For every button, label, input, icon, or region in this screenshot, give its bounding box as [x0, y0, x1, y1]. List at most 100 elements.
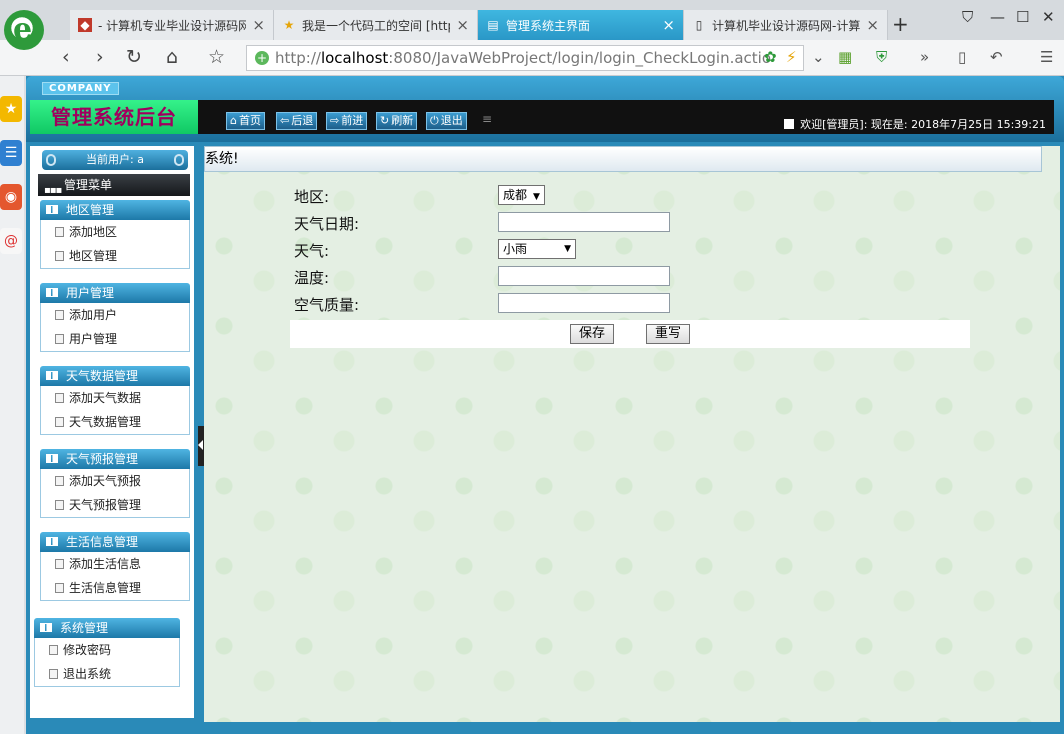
temperature-label: 温度:: [294, 269, 330, 287]
group-header[interactable]: 天气预报管理: [40, 449, 190, 469]
air-quality-input[interactable]: [498, 293, 670, 313]
tab-title: 计算机毕业设计源码网-计算: [712, 18, 861, 33]
form-row-air-quality: 空气质量:: [290, 290, 970, 317]
menu-item-logout-system[interactable]: 退出系统: [35, 662, 179, 686]
menu-item-add-region[interactable]: 添加地区: [41, 220, 189, 244]
forward-arrow-icon: ⇨: [330, 114, 340, 127]
region-select[interactable]: 成都 ▼: [498, 185, 545, 205]
forward-button[interactable]: ⇨ 前进: [326, 112, 368, 130]
home-icon: ⌂: [230, 114, 237, 127]
home-button[interactable]: ⌂ 首页: [226, 112, 265, 130]
menu-group-system: 系统管理 修改密码 退出系统: [34, 618, 180, 687]
apps-icon[interactable]: ▦: [838, 48, 852, 66]
star-page-icon: ★: [283, 18, 295, 32]
date-label: 天气日期:: [294, 215, 360, 233]
current-user-badge: 当前用户: a: [42, 150, 188, 170]
menu-item-manage-weather-data[interactable]: 天气数据管理: [41, 410, 189, 434]
group-icon: [46, 537, 58, 546]
save-button[interactable]: 保存: [570, 324, 615, 344]
hook-icon: [46, 154, 56, 166]
browser-logo-icon: e: [4, 10, 44, 50]
home-icon[interactable]: ⌂: [166, 46, 178, 68]
menu-item-change-password[interactable]: 修改密码: [35, 638, 179, 662]
menu-item-add-life-info[interactable]: 添加生活信息: [41, 552, 189, 576]
favorites-star-icon[interactable]: ★: [0, 96, 22, 122]
page-icon: [49, 645, 58, 655]
minimize-icon[interactable]: —: [990, 8, 1005, 26]
nav-strip: ⌂ 首页 ⇦ 后退 ⇨ 前进 ↻ 刷新 ⏻ 退出 ≡ 欢迎[管理员]: 现在是: 2018…: [198, 100, 1054, 134]
close-icon[interactable]: ×: [252, 16, 265, 34]
weather-select[interactable]: 小雨 ▼: [498, 239, 576, 259]
close-icon[interactable]: ×: [456, 16, 469, 34]
menu-item-manage-forecast[interactable]: 天气预报管理: [41, 493, 189, 517]
menu-icon[interactable]: ☰: [1040, 48, 1053, 66]
reload-icon[interactable]: ↻: [126, 46, 142, 68]
form-row-region: 地区: 成都 ▼: [290, 182, 970, 209]
new-tab-icon[interactable]: +: [892, 12, 909, 36]
maximize-icon[interactable]: ☐: [1016, 8, 1029, 26]
bottom-border: [26, 722, 1064, 734]
bookmark-star-icon[interactable]: ☆: [208, 46, 225, 68]
menu-group-weather-data: 天气数据管理 添加天气数据 天气数据管理: [40, 366, 190, 435]
close-icon[interactable]: ×: [866, 16, 879, 34]
list-icon[interactable]: ☰: [0, 140, 22, 166]
url-input[interactable]: + http://localhost:8080/JavaWebProject/l…: [246, 45, 804, 71]
temperature-input[interactable]: [498, 266, 670, 286]
weibo-icon[interactable]: ◉: [0, 184, 22, 210]
back-button[interactable]: ⇦ 后退: [276, 112, 318, 130]
tab-1[interactable]: ◆ - 计算机专业毕业设计源码网 ×: [70, 10, 274, 40]
tab-title: - 计算机专业毕业设计源码网: [98, 18, 247, 33]
menu-item-add-user[interactable]: 添加用户: [41, 303, 189, 327]
menu-item-add-forecast[interactable]: 添加天气预报: [41, 469, 189, 493]
phone-icon[interactable]: ▯: [958, 48, 966, 66]
reset-button[interactable]: 重写: [646, 324, 691, 344]
air-quality-label: 空气质量:: [294, 296, 360, 314]
mail-at-icon[interactable]: @: [0, 228, 22, 254]
tab-4[interactable]: ▯ 计算机毕业设计源码网-计算 ×: [684, 10, 888, 40]
group-header[interactable]: 天气数据管理: [40, 366, 190, 386]
undo-icon[interactable]: ↶: [990, 48, 1003, 66]
group-icon: [46, 288, 58, 297]
document-icon: ▤: [487, 18, 499, 32]
page-icon: [55, 393, 64, 403]
date-input[interactable]: [498, 212, 670, 232]
group-header[interactable]: 地区管理: [40, 200, 190, 220]
power-icon: ⏻: [430, 114, 439, 127]
main-title-bar: 系统!: [204, 146, 1042, 172]
page-icon: [55, 500, 64, 510]
menu-item-add-weather-data[interactable]: 添加天气数据: [41, 386, 189, 410]
extension-icon[interactable]: ✿: [764, 48, 777, 66]
close-icon[interactable]: ×: [662, 16, 675, 34]
chevron-down-icon[interactable]: ⌄: [812, 48, 825, 66]
welcome-text: 欢迎[管理员]: 现在是: 2018年7月25日 15:39:21: [784, 116, 1046, 132]
close-window-icon[interactable]: ✕: [1042, 8, 1055, 26]
group-header[interactable]: 用户管理: [40, 283, 190, 303]
group-icon: [46, 205, 58, 214]
system-title-box: 管理系统后台: [30, 100, 198, 134]
tab-2[interactable]: ★ 我是一个代码工的空间 [http:// ×: [274, 10, 478, 40]
group-header[interactable]: 生活信息管理: [40, 532, 190, 552]
menu-item-manage-region[interactable]: 地区管理: [41, 244, 189, 268]
menu-lines-icon: ≡: [482, 112, 493, 126]
left-menu: 当前用户: a ▪▪▪ 管理菜单 地区管理 添加地区 地区管理 用户管理 添加用…: [26, 146, 198, 722]
group-header[interactable]: 系统管理: [34, 618, 180, 638]
url-path: :8080/JavaWebProject/login/login_CheckLo…: [388, 49, 772, 67]
lightning-icon[interactable]: ⚡: [786, 48, 797, 66]
shirt-icon[interactable]: ⛉: [962, 8, 973, 26]
tab-3-active[interactable]: ▤ 管理系统主界面 ×: [478, 10, 684, 40]
menu-title: ▪▪▪ 管理菜单: [38, 174, 190, 196]
menu-item-manage-life-info[interactable]: 生活信息管理: [41, 576, 189, 600]
page-icon: [55, 251, 64, 261]
more-arrows-icon[interactable]: »: [920, 48, 929, 66]
back-icon[interactable]: ‹: [62, 46, 70, 68]
refresh-button[interactable]: ↻ 刷新: [376, 112, 418, 130]
system-title: 管理系统后台: [51, 105, 177, 129]
browser-sidebar: ★ ☰ ◉ @: [0, 76, 24, 734]
menu-item-manage-user[interactable]: 用户管理: [41, 327, 189, 351]
shield-icon[interactable]: ⛨: [876, 48, 887, 66]
red-page-icon: ◆: [78, 18, 92, 32]
forward-icon[interactable]: ›: [96, 46, 104, 68]
dropdown-arrow-icon: ▼: [533, 192, 540, 202]
menu-group-forecast: 天气预报管理 添加天气预报 天气预报管理: [40, 449, 190, 518]
logout-button[interactable]: ⏻ 退出: [426, 112, 467, 130]
